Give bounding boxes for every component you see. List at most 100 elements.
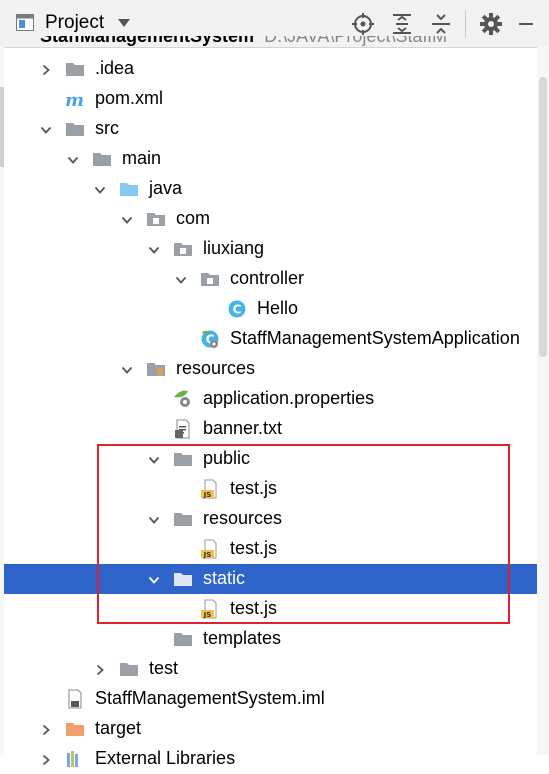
resources-folder-icon — [146, 359, 166, 379]
svg-text:JS: JS — [203, 491, 212, 499]
tree-row[interactable]: main — [0, 144, 549, 174]
js-file-icon: JS — [200, 479, 220, 499]
tree-row[interactable]: target — [0, 714, 549, 744]
tree-row-label: External Libraries — [95, 748, 236, 768]
project-root-label: StaffManagementSystem — [40, 36, 255, 46]
tree-row-label: Hello — [257, 298, 299, 318]
tree-row[interactable]: C Hello — [0, 294, 549, 324]
tree-row[interactable]: m pom.xml — [0, 84, 549, 114]
folder-blue-icon — [119, 179, 139, 199]
tree-row[interactable]: JS test.js — [0, 474, 549, 504]
project-view-title[interactable]: Project — [45, 12, 104, 34]
tree-row[interactable]: java — [0, 174, 549, 204]
tree-row[interactable]: src — [0, 114, 549, 144]
scrollbar-thumb[interactable] — [539, 77, 547, 357]
folder-gray-icon — [65, 119, 85, 139]
tree-row[interactable]: static — [0, 564, 549, 594]
tree-row[interactable]: controller — [0, 264, 549, 294]
tree-row-label: pom.xml — [95, 88, 164, 108]
tree-row-project-root[interactable]: StaffManagementSystem D:\JAVA\Project\St… — [0, 36, 549, 47]
text-file-icon — [173, 419, 193, 439]
tree-row[interactable]: External Libraries — [0, 744, 549, 774]
toolbar-divider — [465, 10, 466, 38]
tree-row-label: com — [176, 208, 211, 228]
folder-gray-icon — [173, 629, 193, 649]
tree-row-label: main — [122, 148, 162, 168]
chevron-down-icon[interactable] — [148, 513, 160, 525]
tree-row-label: test — [149, 658, 179, 678]
tree-row[interactable]: test — [0, 654, 549, 684]
tree-row[interactable]: templates — [0, 624, 549, 654]
iml-file-icon — [65, 689, 85, 709]
js-file-icon: JS — [200, 539, 220, 559]
spring-class-icon: C — [200, 329, 220, 349]
tree-row-label: public — [203, 448, 251, 468]
chevron-down-icon[interactable] — [148, 573, 160, 585]
maven-m-icon: m — [65, 89, 85, 111]
tree-row-label: test.js — [230, 538, 278, 558]
tree-row[interactable]: com — [0, 204, 549, 234]
tree-row[interactable]: resources — [0, 354, 549, 384]
tree-row-label: java — [149, 178, 183, 198]
svg-text:m: m — [65, 90, 84, 109]
tree-row-label: src — [95, 118, 119, 138]
svg-text:JS: JS — [203, 611, 212, 619]
chevron-right-icon[interactable] — [40, 723, 52, 736]
tree-row[interactable]: JS test.js — [0, 534, 549, 564]
tree-row-label: StaffManagementSystemApplication — [230, 328, 520, 348]
expand-all-icon[interactable] — [389, 11, 415, 37]
tree-row-label: test.js — [230, 478, 278, 498]
svg-text:JS: JS — [203, 551, 212, 559]
chevron-down-icon[interactable] — [94, 183, 106, 195]
package-icon — [200, 269, 220, 289]
chevron-down-icon[interactable] — [121, 213, 133, 225]
vertical-scrollbar[interactable] — [537, 47, 549, 755]
tree-row[interactable]: application.properties — [0, 384, 549, 414]
folder-gray-icon — [173, 509, 193, 529]
left-scroll-gutter — [0, 47, 4, 755]
package-icon — [173, 239, 193, 259]
tree-row-label: target — [95, 718, 142, 738]
folder-gray-icon — [65, 59, 85, 79]
tree-row-label: banner.txt — [203, 418, 283, 438]
tree-row[interactable]: public — [0, 444, 549, 474]
tree-row-label: liuxiang — [203, 238, 265, 258]
folder-gray-icon — [92, 149, 112, 169]
spring-properties-icon — [173, 389, 193, 409]
chevron-right-icon[interactable] — [94, 663, 106, 676]
project-root-path: D:\JAVA\Project\StaffM — [264, 36, 448, 46]
collapse-all-icon[interactable] — [428, 11, 454, 37]
tree-row-label: templates — [203, 628, 282, 648]
folder-gray-icon — [173, 449, 193, 469]
chevron-down-icon[interactable] — [67, 153, 79, 165]
chevron-down-icon[interactable] — [118, 19, 130, 27]
chevron-down-icon[interactable] — [148, 453, 160, 465]
tree-row-label: test.js — [230, 598, 278, 618]
chevron-down-icon[interactable] — [40, 123, 52, 135]
chevron-down-icon[interactable] — [121, 363, 133, 375]
locate-icon[interactable] — [350, 11, 376, 37]
folder-gray-icon — [173, 569, 193, 589]
left-scroll-thumb[interactable] — [0, 87, 4, 167]
folder-orange-icon — [65, 719, 85, 739]
tree-row[interactable]: C StaffManagementSystemApplication — [0, 324, 549, 354]
tree-row[interactable]: banner.txt — [0, 414, 549, 444]
java-class-icon: C — [227, 299, 247, 319]
chevron-right-icon[interactable] — [40, 63, 52, 76]
chevron-down-icon[interactable] — [175, 273, 187, 285]
tree-row-label: StaffManagementSystem.iml — [95, 688, 325, 708]
folder-gray-icon — [119, 659, 139, 679]
minimize-icon[interactable] — [514, 11, 538, 37]
libraries-icon — [65, 749, 85, 769]
settings-icon[interactable] — [478, 11, 504, 37]
tree-row[interactable]: JS test.js — [0, 594, 549, 624]
tree-row[interactable]: resources — [0, 504, 549, 534]
chevron-down-icon[interactable] — [148, 243, 160, 255]
tree-row[interactable]: StaffManagementSystem.iml — [0, 684, 549, 714]
package-icon — [146, 209, 166, 229]
project-window-icon — [16, 14, 34, 31]
tree-row[interactable]: .idea — [0, 54, 549, 84]
tree-row-label: controller — [230, 268, 305, 288]
js-file-icon: JS — [200, 599, 220, 619]
tree-row[interactable]: liuxiang — [0, 234, 549, 264]
